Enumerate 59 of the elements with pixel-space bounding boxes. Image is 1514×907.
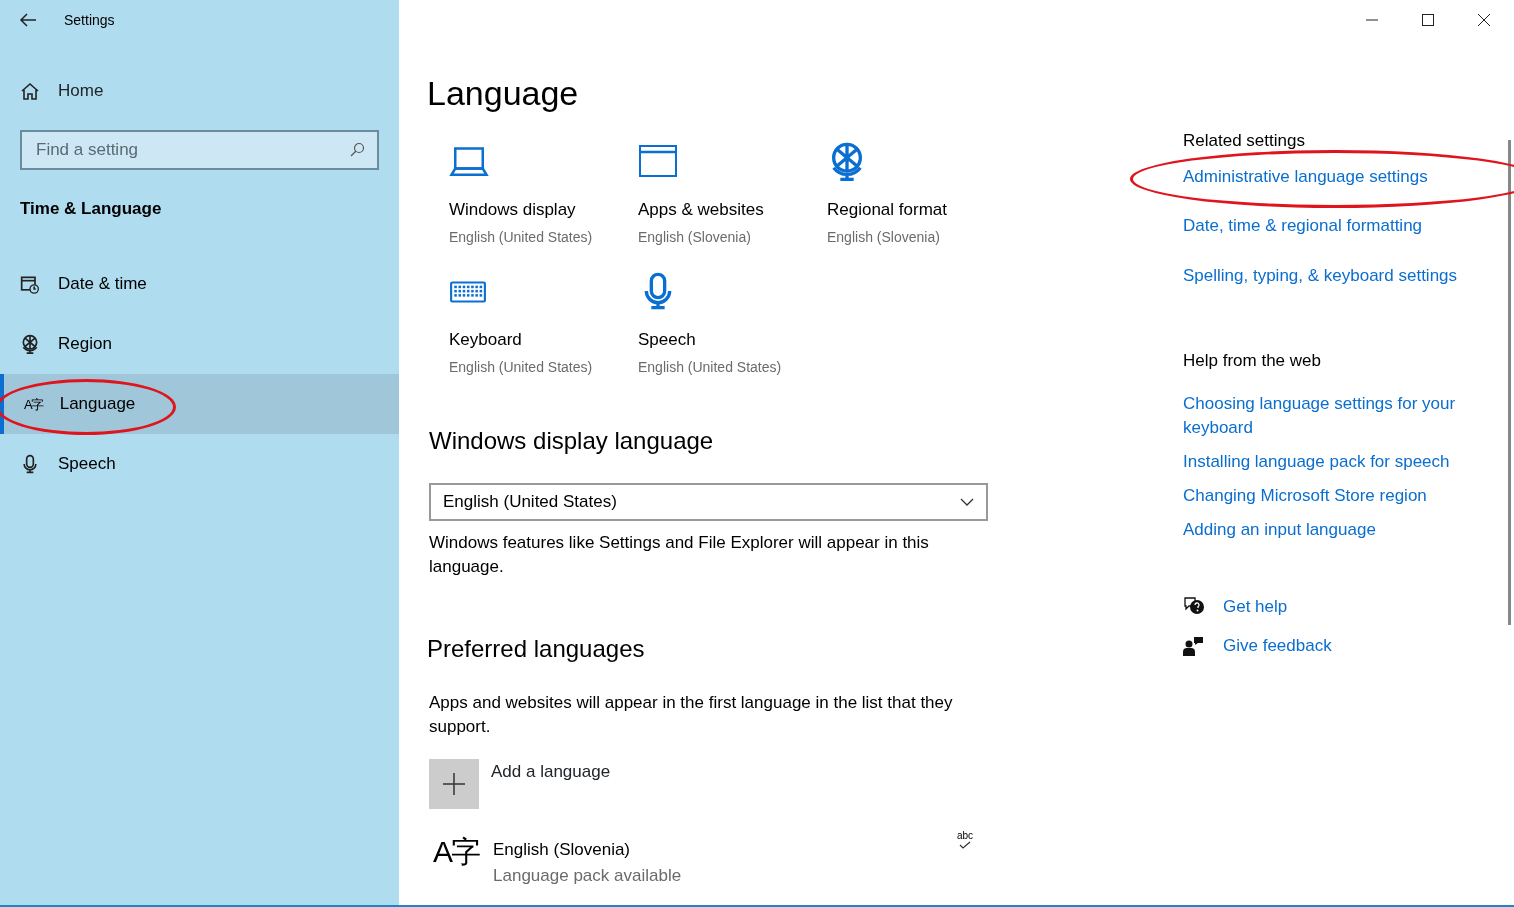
microphone-icon [20,454,40,474]
related-link[interactable]: Administrative language settings [1183,163,1513,189]
sidebar-item[interactable]: Region [0,314,399,374]
help-heading: Help from the web [1183,350,1322,372]
person-feedback-icon [1183,635,1205,656]
help-link[interactable]: Installing language pack for speech [1183,449,1478,474]
search-icon [349,142,365,158]
globe-icon [20,334,40,354]
support-link[interactable]: Give feedback [1223,633,1332,659]
support-link[interactable]: Get help [1223,593,1288,619]
tile-title: Windows display [449,199,577,221]
plus-icon [443,773,465,795]
related-link[interactable]: Date, time & regional formatting [1183,213,1513,239]
home-icon [20,81,40,101]
tile-subtitle: English (Slovenia) [638,227,752,247]
chevron-down-icon [960,498,974,506]
tile-title: Apps & websites [638,199,765,221]
help-link[interactable]: Choosing language settings for your keyboard [1183,391,1478,440]
calendar-clock-icon [20,274,40,294]
language-icon: A字 [24,397,42,411]
sidebar-item[interactable]: Date & time [0,254,399,314]
section-heading: Windows display language [429,426,715,456]
back-arrow-icon [19,12,37,28]
description-text: Apps and websites will appear in the first language in the list that they support. [429,692,954,738]
tile-title: Keyboard [449,329,523,351]
language-setting-tile[interactable]: Speech English (United States) [616,271,805,401]
scrollbar-thumb[interactable] [1508,140,1511,625]
language-dropdown[interactable]: English (United States) [429,483,988,521]
language-status: Language pack available [493,864,683,887]
tile-title: Speech [638,329,697,351]
related-link[interactable]: Spelling, typing, & keyboard settings [1183,262,1513,288]
tile-subtitle: English (United States) [449,227,594,247]
section-heading: Preferred languages [427,634,646,664]
add-language-button[interactable] [429,759,479,809]
add-language-link[interactable]: Add a language [491,759,611,809]
tile-subtitle: English (Slovenia) [827,227,941,247]
tile-subtitle: English (United States) [449,357,594,377]
sidebar-item[interactable]: A字 Language [0,374,399,434]
help-link[interactable]: Changing Microsoft Store region [1183,483,1478,508]
sidebar-item[interactable]: Speech [0,434,399,494]
search-field[interactable]: Find a setting [20,130,379,170]
maximize-icon [1422,14,1434,26]
close-icon [1478,14,1490,26]
language-setting-tile[interactable]: Regional format English (Slovenia) [805,141,994,271]
home-link[interactable]: Home [0,40,399,112]
help-link[interactable]: Adding an input language [1183,517,1478,542]
page-title: Language [427,73,580,114]
window-title: Settings [64,10,115,30]
section-heading: Time & Language [19,198,163,220]
related-heading: Related settings [1183,130,1306,152]
language-setting-tile[interactable]: Apps & websites English (Slovenia) [616,141,805,271]
language-setting-tile[interactable]: Keyboard English (United States) [427,271,616,401]
language-setting-tile[interactable]: Windows display English (United States) [427,141,616,271]
language-name: English (Slovenia) [493,839,632,861]
chat-question-icon [1183,596,1205,617]
description-text: Windows features like Settings and File Explorer will appear in this language. [429,532,930,578]
language-icon: A字 [433,837,479,867]
tile-subtitle: English (United States) [638,357,783,377]
tile-title: Regional format [827,199,948,221]
